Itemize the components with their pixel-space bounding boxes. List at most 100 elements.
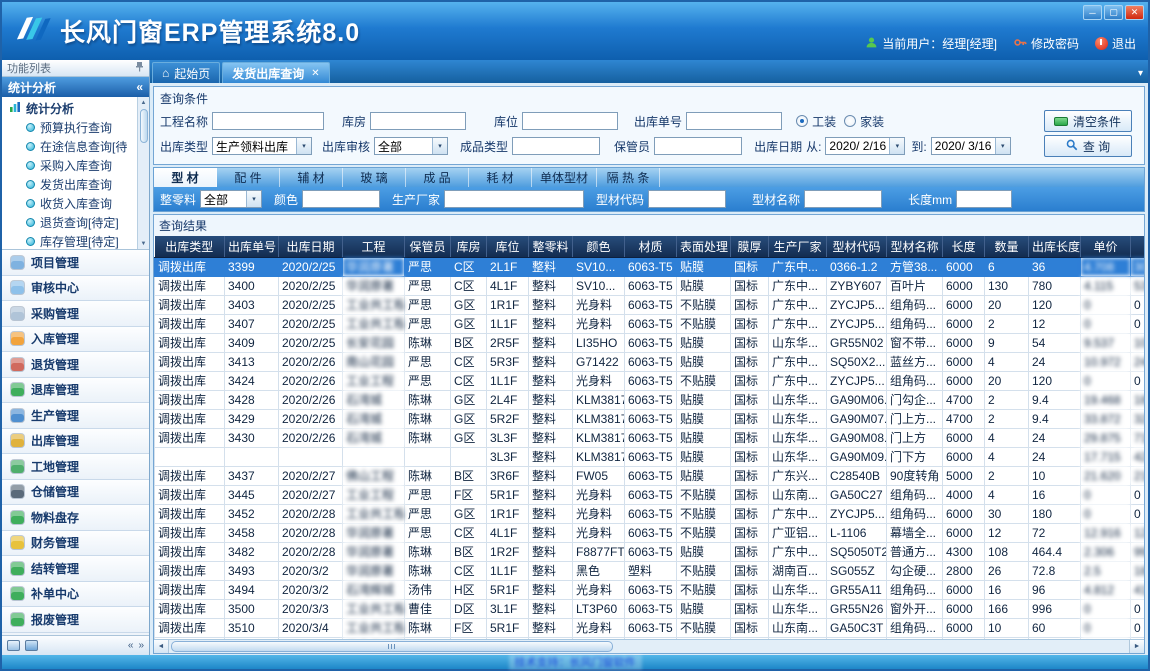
column-header[interactable]: 出库单号	[225, 236, 279, 257]
column-header[interactable]: 工程	[343, 236, 405, 257]
table-row[interactable]: 调拨出库34092020/2/25长安花园陈琳B区2R5F整料LI35HO606…	[155, 333, 1145, 352]
whole-piece-select[interactable]: 全部 ▾	[200, 190, 262, 208]
sidebar-section-statistics[interactable]: 统计分析 «	[2, 77, 149, 97]
table-row[interactable]: 调拨出库34292020/2/26石湾城陈琳G区5R2F整料KLM3817606…	[155, 409, 1145, 428]
material-tab[interactable]: 成 品	[406, 168, 469, 187]
table-row[interactable]: 调拨出库34302020/2/26石湾城陈琳G区3L3F整料KLM3817606…	[155, 428, 1145, 447]
column-header[interactable]: 生产厂家	[769, 236, 827, 257]
horizontal-scrollbar[interactable]: ◄ ►	[154, 639, 1144, 653]
table-row[interactable]: 调拨出库34822020/2/28华润原著陈琳B区1R2F整料F8877FT60…	[155, 542, 1145, 561]
project-name-input[interactable]	[212, 112, 324, 130]
profile-code-input[interactable]	[648, 190, 726, 208]
column-header[interactable]: 颜色	[573, 236, 625, 257]
column-header[interactable]: 膜厚	[731, 236, 769, 257]
sidebar-item[interactable]: 审核中心	[2, 276, 149, 302]
sidebar-item[interactable]: 财务管理	[2, 531, 149, 557]
material-tab[interactable]: 配 件	[217, 168, 280, 187]
tree-item[interactable]: 在途信息查询[待	[2, 137, 136, 156]
sidebar-item[interactable]: 项目管理	[2, 250, 149, 276]
panel-view-icon[interactable]	[7, 640, 20, 651]
tree-item[interactable]: 收货入库查询	[2, 194, 136, 213]
sidebar-item[interactable]: 退货管理	[2, 352, 149, 378]
column-header[interactable]: 型材代码	[827, 236, 887, 257]
sidebar-item[interactable]: 仓储管理	[2, 480, 149, 506]
collapse-icon[interactable]: «	[136, 80, 143, 94]
clear-conditions-button[interactable]: 清空条件	[1044, 110, 1132, 132]
tree-scrollbar-thumb[interactable]	[140, 109, 148, 143]
material-tab[interactable]: 单体型材	[532, 168, 597, 187]
column-header[interactable]: 出库类型	[155, 236, 225, 257]
date-to-picker[interactable]: 2020/ 3/16 ▾	[931, 137, 1011, 155]
column-header[interactable]: 长度	[943, 236, 985, 257]
scrollbar-track[interactable]	[169, 640, 1129, 653]
tree-item[interactable]: 采购入库查询	[2, 156, 136, 175]
table-row[interactable]: 调拨出库34132020/2/26南山花园严思C区5R3F整料G71422606…	[155, 352, 1145, 371]
material-tab[interactable]: 耗 材	[469, 168, 532, 187]
length-input[interactable]	[956, 190, 1012, 208]
material-tab[interactable]: 辅 材	[280, 168, 343, 187]
sidebar-item[interactable]: 入库管理	[2, 327, 149, 353]
tab-close-icon[interactable]: ✕	[311, 68, 319, 79]
date-from-picker[interactable]: 2020/ 2/16 ▾	[825, 137, 905, 155]
keeper-input[interactable]	[654, 137, 742, 155]
table-row[interactable]: 调拨出库34582020/2/28华润原著严思C区4L1F整料光身料6063-T…	[155, 523, 1145, 542]
table-row[interactable]: 调拨出库34452020/2/27工业工程严思F区5R1F整料光身料6063-T…	[155, 485, 1145, 504]
tree-item[interactable]: 预算执行查询	[2, 118, 136, 137]
table-row[interactable]: 调拨出库34372020/2/27佛山工程陈琳B区3R6F整料FW056063-…	[155, 466, 1145, 485]
tab-overflow-chevron-icon[interactable]: ▾	[1138, 68, 1143, 79]
table-row[interactable]: 3L3F整料KLM38176063-T5贴膜国标山东华...GA90M09...…	[155, 447, 1145, 466]
sidebar-item[interactable]: 补单中心	[2, 582, 149, 608]
profile-name-input[interactable]	[804, 190, 882, 208]
column-header[interactable]: 出库日期	[279, 236, 343, 257]
tree-root[interactable]: 统计分析	[2, 99, 136, 118]
radio-workwear[interactable]: 工装	[796, 113, 836, 130]
location-input[interactable]	[522, 112, 618, 130]
product-type-input[interactable]	[512, 137, 600, 155]
scroll-up-icon[interactable]: ▲	[141, 97, 147, 108]
tree-item[interactable]: 发货出库查询	[2, 175, 136, 194]
search-button[interactable]: 查 询	[1044, 135, 1132, 157]
table-row[interactable]: 调拨出库35002020/3/3工业共工程曹佳D区3L1F整料LT3P60606…	[155, 599, 1145, 618]
close-button[interactable]: ✕	[1125, 5, 1144, 20]
nav-right-icon[interactable]: »	[138, 640, 144, 651]
table-row[interactable]: 调拨出库34522020/2/28工业共工程严思G区1R1F整料光身料6063-…	[155, 504, 1145, 523]
column-header[interactable]: 型材名称	[887, 236, 943, 257]
sidebar-item[interactable]: 退库管理	[2, 378, 149, 404]
minimize-button[interactable]: ─	[1083, 5, 1102, 20]
tab-shipping-outbound-query[interactable]: 发货出库查询✕	[222, 62, 329, 83]
tree-item[interactable]: 退货查询[待定]	[2, 213, 136, 232]
nav-left-icon[interactable]: «	[128, 640, 134, 651]
order-no-input[interactable]	[686, 112, 782, 130]
sidebar-item[interactable]: 采购管理	[2, 301, 149, 327]
sidebar-item[interactable]: 结转管理	[2, 556, 149, 582]
material-tab[interactable]: 隔 热 条	[597, 168, 660, 187]
tab-home[interactable]: ⌂起始页	[152, 62, 220, 83]
material-tab[interactable]: 型 材	[154, 168, 217, 187]
tree-scrollbar[interactable]: ▲ ▼	[137, 97, 149, 249]
column-header[interactable]: 数量	[985, 236, 1029, 257]
warehouse-input[interactable]	[370, 112, 466, 130]
table-row[interactable]: 调拨出库33992020/2/25华润原著严思C区2L1F整料SV10...60…	[155, 257, 1145, 276]
table-row[interactable]: 调拨出库34282020/2/26石湾城陈琳G区2L4F整料KLM3817606…	[155, 390, 1145, 409]
table-row[interactable]: 调拨出库34032020/2/25工业共工程严思G区1R1F整料光身料6063-…	[155, 295, 1145, 314]
column-header[interactable]: 表面处理	[677, 236, 731, 257]
table-row[interactable]: 调拨出库35102020/3/4工业共工程陈琳F区5R1F整料光身料6063-T…	[155, 618, 1145, 637]
sidebar-item[interactable]: 出库管理	[2, 429, 149, 455]
audit-select[interactable]: 全部 ▾	[374, 137, 448, 155]
column-header[interactable]: 单价	[1081, 236, 1131, 257]
sidebar-item[interactable]: 工地管理	[2, 454, 149, 480]
column-header[interactable]: 材质	[625, 236, 677, 257]
column-header[interactable]: 库位	[487, 236, 529, 257]
column-header[interactable]: 出库长度	[1029, 236, 1081, 257]
scroll-down-icon[interactable]: ▼	[141, 238, 147, 249]
scroll-right-icon[interactable]: ►	[1129, 640, 1144, 653]
manufacturer-input[interactable]	[444, 190, 584, 208]
out-type-select[interactable]: 生产领料出库 ▾	[212, 137, 312, 155]
color-input[interactable]	[302, 190, 380, 208]
logout-button[interactable]: 退出	[1095, 35, 1136, 52]
scroll-left-icon[interactable]: ◄	[154, 640, 169, 653]
column-header[interactable]: 保管员	[405, 236, 451, 257]
column-header[interactable]: 整零料	[529, 236, 573, 257]
maximize-button[interactable]: ▢	[1104, 5, 1123, 20]
table-row[interactable]: 调拨出库34072020/2/25工业共工程严思G区1L1F整料光身料6063-…	[155, 314, 1145, 333]
